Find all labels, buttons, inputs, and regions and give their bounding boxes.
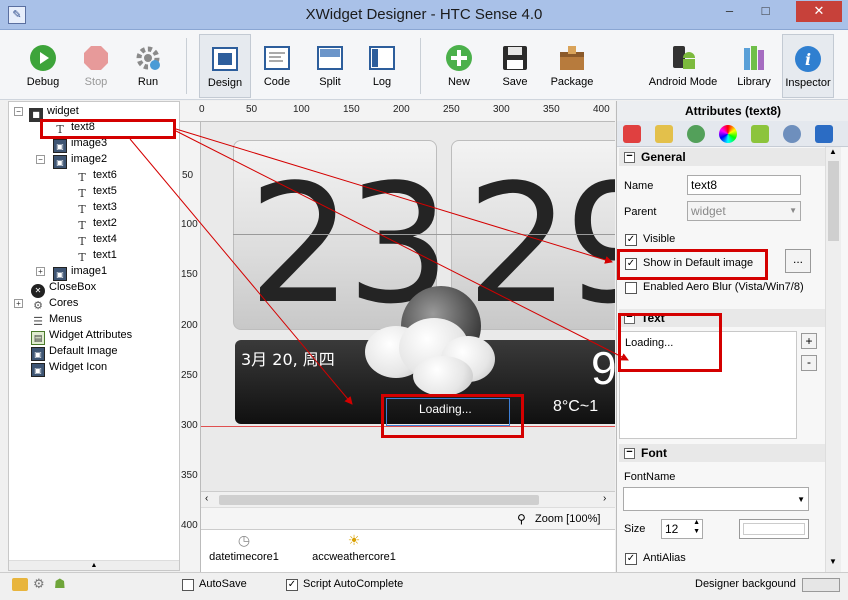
- arrow-line: [129, 138, 353, 405]
- arrow-line: [175, 128, 613, 264]
- arrow-line: [175, 130, 629, 361]
- annotation-arrows: [129, 128, 629, 405]
